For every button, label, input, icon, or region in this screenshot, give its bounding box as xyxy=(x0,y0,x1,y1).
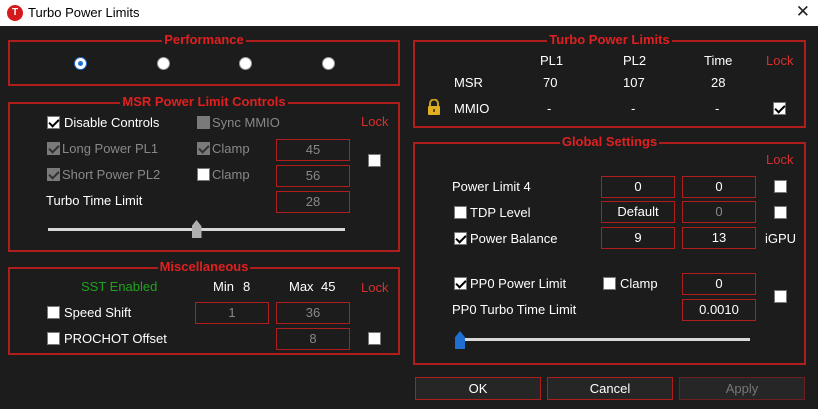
tdp-level-input-1[interactable]: Default xyxy=(601,201,675,223)
power-limit-4-checkbox[interactable] xyxy=(774,180,787,193)
performance-radio-2[interactable] xyxy=(157,57,170,70)
header-pl2: PL2 xyxy=(623,53,647,68)
header-pl1: PL1 xyxy=(540,53,564,68)
apply-button[interactable]: Apply xyxy=(679,377,805,400)
global-title: Global Settings xyxy=(559,134,660,149)
speed-shift-label: Speed Shift xyxy=(64,305,132,320)
power-balance-checkbox[interactable] xyxy=(454,232,467,245)
min-value: 8 xyxy=(243,279,251,294)
mmio-pl1: - xyxy=(547,101,552,116)
disable-controls-label: Disable Controls xyxy=(64,115,160,130)
window-title: Turbo Power Limits xyxy=(28,5,140,20)
performance-radio-1[interactable] xyxy=(74,57,87,70)
mmio-pl2: - xyxy=(631,101,636,116)
mmio-lock-checkbox[interactable] xyxy=(773,102,786,115)
long-power-label: Long Power PL1 xyxy=(62,141,159,156)
long-power-clamp-checkbox[interactable] xyxy=(197,142,210,155)
msr-lock-checkbox[interactable] xyxy=(368,154,381,167)
msr-row-label: MSR xyxy=(454,75,483,90)
pp0-turbo-time-label: PP0 Turbo Time Limit xyxy=(452,302,577,317)
performance-group: Performance xyxy=(8,32,400,86)
speed-shift-min-input[interactable]: 1 xyxy=(195,302,269,324)
pp0-clamp-checkbox[interactable] xyxy=(603,277,616,290)
disable-controls-checkbox[interactable] xyxy=(47,116,60,129)
pp0-power-limit-label: PP0 Power Limit xyxy=(470,276,567,291)
power-balance-suffix: iGPU xyxy=(765,231,797,246)
performance-title: Performance xyxy=(162,32,246,47)
pp0-turbo-time-input[interactable]: 0.0010 xyxy=(682,299,756,321)
speed-shift-max-input[interactable]: 36 xyxy=(276,302,350,324)
misc-lock-label: Lock xyxy=(361,280,389,295)
long-power-input[interactable]: 45 xyxy=(276,139,350,161)
app-icon: T xyxy=(7,5,23,21)
misc-title: Miscellaneous xyxy=(157,259,251,274)
long-power-checkbox[interactable] xyxy=(47,142,60,155)
power-balance-input-1[interactable]: 9 xyxy=(601,227,675,249)
msr-time: 28 xyxy=(711,75,726,90)
tdp-level-lock-checkbox[interactable] xyxy=(774,206,787,219)
global-lock-label: Lock xyxy=(766,152,794,167)
mmio-row-label: MMIO xyxy=(454,101,490,116)
turbo-time-label: Turbo Time Limit xyxy=(46,193,143,208)
prochot-checkbox[interactable] xyxy=(47,332,60,345)
ok-button[interactable]: OK xyxy=(415,377,541,400)
power-limit-4-input-1[interactable]: 0 xyxy=(601,176,675,198)
performance-radio-4[interactable] xyxy=(322,57,335,70)
tdp-level-input-2[interactable]: 0 xyxy=(682,201,756,223)
title-bar: T Turbo Power Limits ✕ xyxy=(0,0,818,26)
short-power-checkbox[interactable] xyxy=(47,168,60,181)
max-label: Max xyxy=(289,279,314,294)
min-label: Min xyxy=(213,279,234,294)
pp0-turbo-slider-track[interactable] xyxy=(456,338,750,341)
tdp-level-label: TDP Level xyxy=(470,205,531,220)
power-limit-4-input-2[interactable]: 0 xyxy=(682,176,756,198)
pp0-power-limit-checkbox[interactable] xyxy=(454,277,467,290)
header-time: Time xyxy=(704,53,733,68)
power-limit-4-label: Power Limit 4 xyxy=(452,179,531,194)
lock-icon xyxy=(428,99,440,115)
mmio-time: - xyxy=(715,101,720,116)
misc-lock-checkbox[interactable] xyxy=(368,332,381,345)
turbo-title: Turbo Power Limits xyxy=(547,32,672,47)
close-icon[interactable]: ✕ xyxy=(796,2,810,22)
short-power-input[interactable]: 56 xyxy=(276,165,350,187)
short-power-label: Short Power PL2 xyxy=(62,167,161,182)
max-value: 45 xyxy=(321,279,336,294)
msr-pl2: 107 xyxy=(623,75,645,90)
prochot-label: PROCHOT Offset xyxy=(64,331,167,346)
header-lock: Lock xyxy=(766,53,794,68)
performance-radio-3[interactable] xyxy=(239,57,252,70)
long-power-clamp-label: Clamp xyxy=(212,141,250,156)
speed-shift-checkbox[interactable] xyxy=(47,306,60,319)
power-balance-label: Power Balance xyxy=(470,231,558,246)
turbo-time-input[interactable]: 28 xyxy=(276,191,350,213)
msr-title: MSR Power Limit Controls xyxy=(120,94,288,109)
pp0-lock-checkbox[interactable] xyxy=(774,290,787,303)
cancel-button[interactable]: Cancel xyxy=(547,377,673,400)
sync-mmio-label: Sync MMIO xyxy=(212,115,280,130)
short-power-clamp-checkbox[interactable] xyxy=(197,168,210,181)
prochot-input[interactable]: 8 xyxy=(276,328,350,350)
power-balance-input-2[interactable]: 13 xyxy=(682,227,756,249)
sync-mmio-checkbox[interactable] xyxy=(197,116,210,129)
tdp-level-checkbox[interactable] xyxy=(454,206,467,219)
pp0-power-limit-input[interactable]: 0 xyxy=(682,273,756,295)
msr-pl1: 70 xyxy=(543,75,558,90)
sst-status: SST Enabled xyxy=(81,279,158,294)
pp0-clamp-label: Clamp xyxy=(620,276,658,291)
short-power-clamp-label: Clamp xyxy=(212,167,250,182)
msr-lock-label: Lock xyxy=(361,114,389,129)
